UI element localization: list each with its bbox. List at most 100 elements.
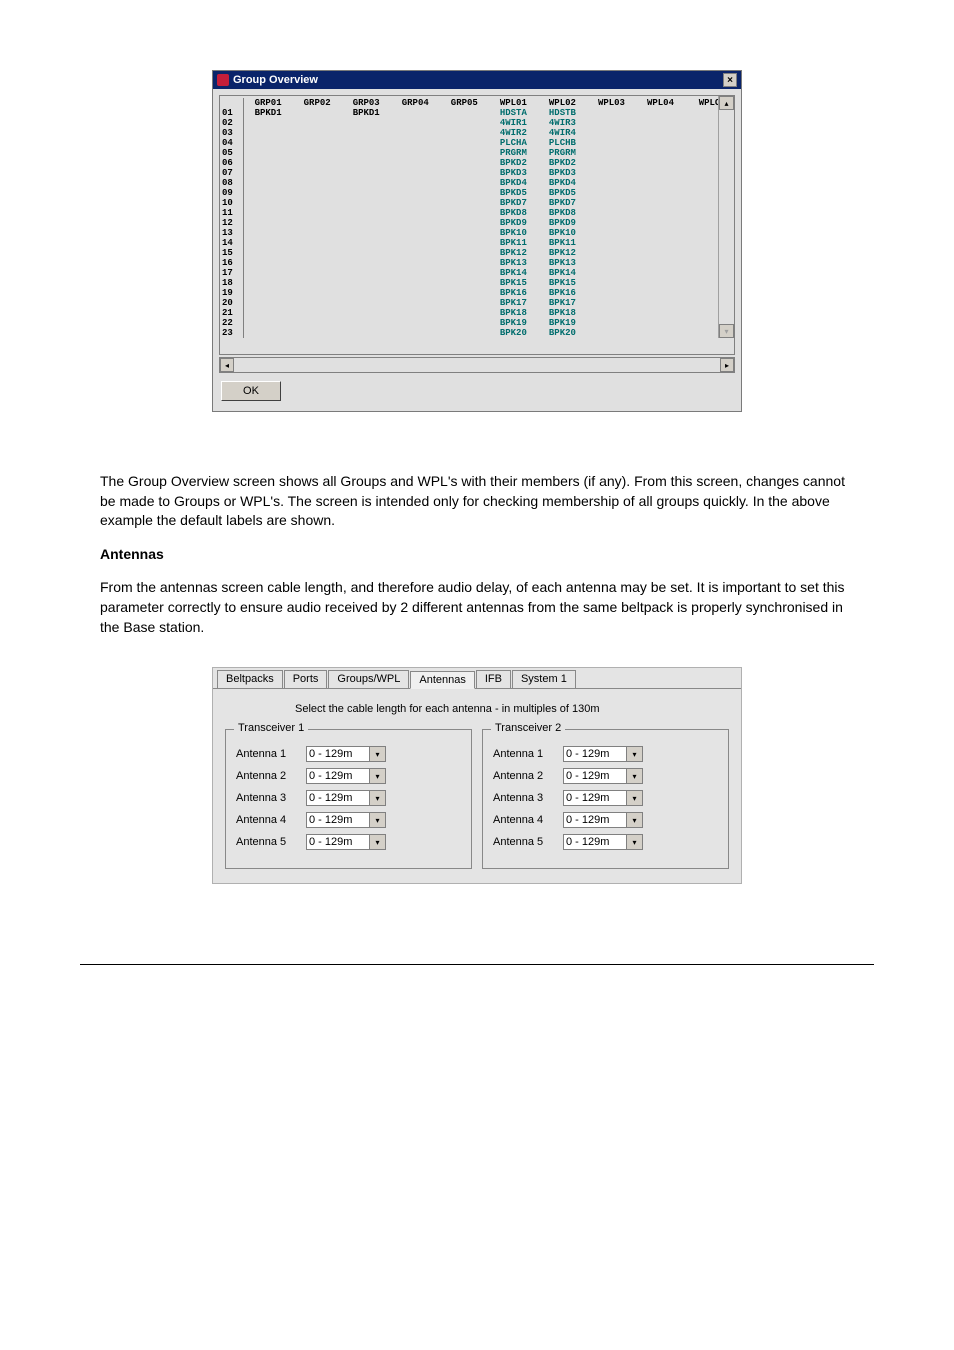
close-icon[interactable]: × bbox=[723, 73, 737, 87]
cell bbox=[636, 288, 685, 298]
cell bbox=[636, 278, 685, 288]
cell bbox=[342, 238, 391, 248]
cell bbox=[342, 178, 391, 188]
cell bbox=[587, 308, 636, 318]
cell bbox=[391, 108, 440, 118]
antennas-panel: BeltpacksPortsGroups/WPLAntennasIFBSyste… bbox=[212, 667, 742, 884]
antenna-length-input[interactable] bbox=[563, 790, 627, 806]
row-number: 04 bbox=[220, 138, 244, 148]
table-row: 07BPKD3BPKD3 bbox=[220, 168, 734, 178]
row-number: 10 bbox=[220, 198, 244, 208]
col-header: GRP05 bbox=[440, 98, 489, 108]
tab-ports[interactable]: Ports bbox=[284, 670, 328, 688]
table-row: 11BPKD8BPKD8 bbox=[220, 208, 734, 218]
scroll-up-icon[interactable]: ▴ bbox=[719, 96, 734, 110]
cell bbox=[587, 258, 636, 268]
scroll-left-icon[interactable]: ◂ bbox=[220, 358, 234, 372]
chevron-down-icon[interactable]: ▾ bbox=[627, 790, 643, 806]
col-header: GRP01 bbox=[244, 98, 293, 108]
antenna-label: Antenna 4 bbox=[236, 814, 294, 826]
cell bbox=[636, 298, 685, 308]
cell: PRGRM bbox=[489, 148, 538, 158]
group-overview-window: Group Overview × GRP01GRP02GRP03GRP04GRP… bbox=[212, 70, 742, 412]
cell bbox=[293, 308, 342, 318]
tab-groups-wpl[interactable]: Groups/WPL bbox=[328, 670, 409, 688]
cell bbox=[636, 138, 685, 148]
vertical-scrollbar[interactable]: ▴ ▾ bbox=[718, 96, 734, 338]
cell bbox=[244, 248, 293, 258]
antenna-length-input[interactable] bbox=[563, 812, 627, 828]
col-header: WPL01 bbox=[489, 98, 538, 108]
antenna-length-input[interactable] bbox=[563, 768, 627, 784]
chevron-down-icon[interactable]: ▾ bbox=[370, 790, 386, 806]
col-header: WPL02 bbox=[538, 98, 587, 108]
table-row: 08BPKD4BPKD4 bbox=[220, 178, 734, 188]
antenna-length-input[interactable] bbox=[306, 812, 370, 828]
table-row: 21BPK18BPK18 bbox=[220, 308, 734, 318]
cell bbox=[293, 168, 342, 178]
chevron-down-icon[interactable]: ▾ bbox=[370, 746, 386, 762]
tab-strip: BeltpacksPortsGroups/WPLAntennasIFBSyste… bbox=[213, 668, 741, 689]
cell bbox=[587, 188, 636, 198]
ok-button[interactable]: OK bbox=[221, 381, 281, 401]
cell bbox=[342, 278, 391, 288]
chevron-down-icon[interactable]: ▾ bbox=[627, 812, 643, 828]
cell bbox=[342, 298, 391, 308]
antenna-length-input[interactable] bbox=[306, 834, 370, 850]
chevron-down-icon[interactable]: ▾ bbox=[627, 768, 643, 784]
chevron-down-icon[interactable]: ▾ bbox=[370, 812, 386, 828]
cell: BPKD8 bbox=[538, 208, 587, 218]
cell bbox=[587, 148, 636, 158]
cell bbox=[440, 328, 489, 338]
antenna-length-input[interactable] bbox=[563, 834, 627, 850]
tab-ifb[interactable]: IFB bbox=[476, 670, 511, 688]
table-row: 22BPK19BPK19 bbox=[220, 318, 734, 328]
cell: PLCHB bbox=[538, 138, 587, 148]
row-number: 19 bbox=[220, 288, 244, 298]
row-number: 18 bbox=[220, 278, 244, 288]
cell bbox=[440, 188, 489, 198]
antenna-length-input[interactable] bbox=[306, 768, 370, 784]
cell bbox=[244, 148, 293, 158]
chevron-down-icon[interactable]: ▾ bbox=[627, 834, 643, 850]
cell: BPK14 bbox=[489, 268, 538, 278]
cell bbox=[342, 198, 391, 208]
tab-system-1[interactable]: System 1 bbox=[512, 670, 576, 688]
antenna-label: Antenna 5 bbox=[493, 836, 551, 848]
cell: BPK11 bbox=[538, 238, 587, 248]
cell bbox=[293, 288, 342, 298]
table-row: 05PRGRMPRGRM bbox=[220, 148, 734, 158]
scroll-down-icon[interactable]: ▾ bbox=[719, 324, 734, 338]
tab-antennas[interactable]: Antennas bbox=[410, 671, 474, 689]
cell: BPKD9 bbox=[538, 218, 587, 228]
chevron-down-icon[interactable]: ▾ bbox=[627, 746, 643, 762]
body-text: The Group Overview screen shows all Grou… bbox=[100, 472, 854, 637]
antenna-length-input[interactable] bbox=[306, 746, 370, 762]
cell bbox=[391, 138, 440, 148]
cell bbox=[440, 248, 489, 258]
cell bbox=[587, 288, 636, 298]
tab-beltpacks[interactable]: Beltpacks bbox=[217, 670, 283, 688]
antenna-length-input[interactable] bbox=[306, 790, 370, 806]
chevron-down-icon[interactable]: ▾ bbox=[370, 834, 386, 850]
cell bbox=[587, 128, 636, 138]
cell bbox=[342, 228, 391, 238]
scroll-right-icon[interactable]: ▸ bbox=[720, 358, 734, 372]
cell bbox=[587, 248, 636, 258]
antenna-length-input[interactable] bbox=[563, 746, 627, 762]
cell bbox=[440, 288, 489, 298]
cell bbox=[440, 118, 489, 128]
cell bbox=[244, 178, 293, 188]
cell bbox=[440, 228, 489, 238]
cell bbox=[244, 308, 293, 318]
cell bbox=[391, 228, 440, 238]
cell bbox=[293, 108, 342, 118]
cell: BPKD8 bbox=[489, 208, 538, 218]
cell: BPK18 bbox=[489, 308, 538, 318]
cell bbox=[293, 238, 342, 248]
table-row: 23BPK20BPK20 bbox=[220, 328, 734, 338]
table-row: 10BPKD7BPKD7 bbox=[220, 198, 734, 208]
horizontal-scrollbar[interactable]: ◂ ▸ bbox=[219, 357, 735, 373]
cell bbox=[440, 138, 489, 148]
chevron-down-icon[interactable]: ▾ bbox=[370, 768, 386, 784]
